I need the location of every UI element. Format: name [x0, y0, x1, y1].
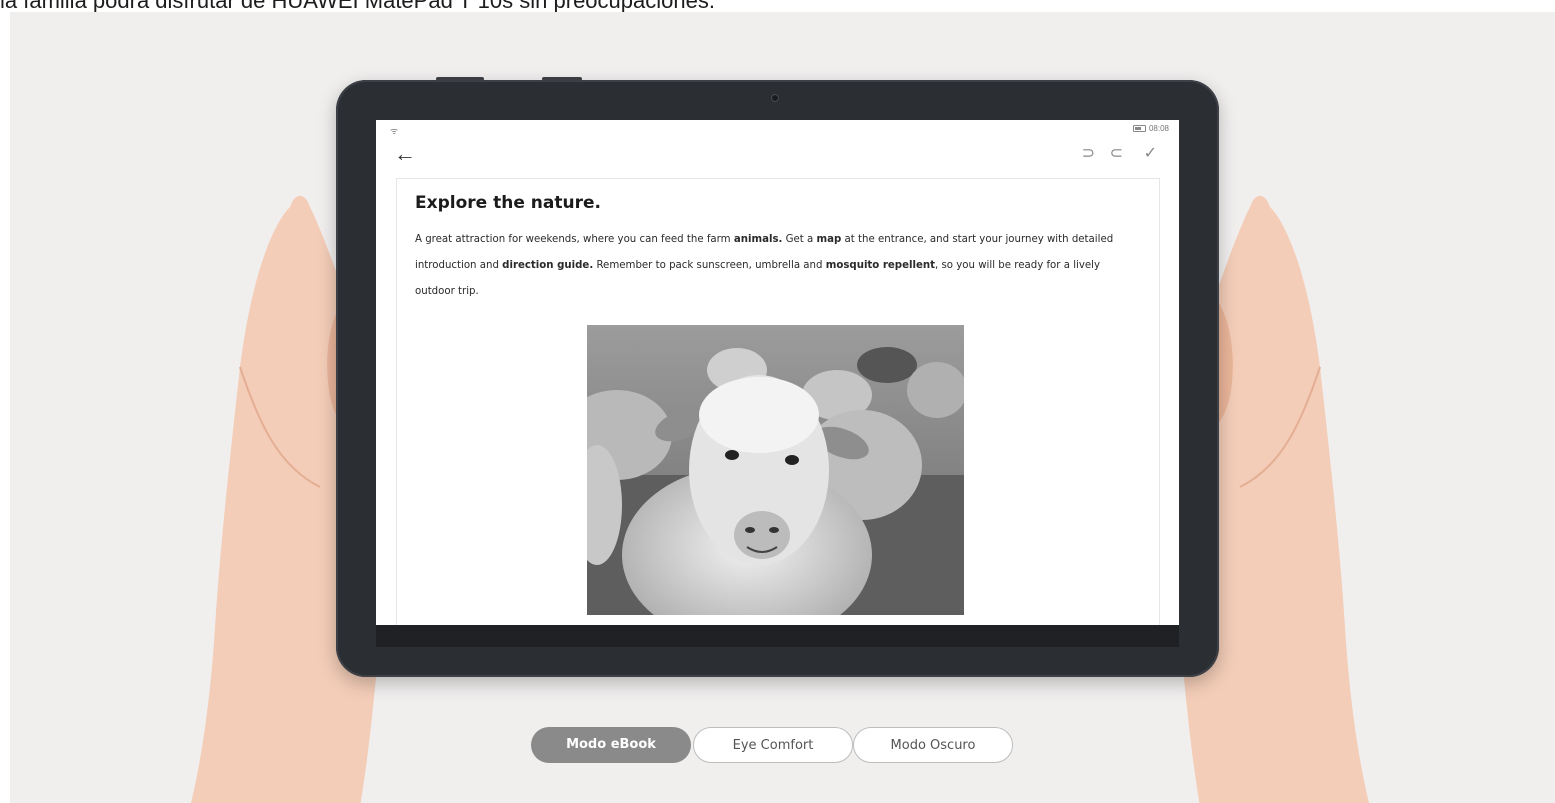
undo-icon[interactable]: ⊃ [1082, 144, 1095, 164]
body-text: Remember to pack sunscreen, umbrella and [593, 260, 826, 271]
redo-icon[interactable]: ⊂ [1110, 144, 1123, 164]
status-bar: ᯤ 08:08 [376, 120, 1179, 138]
body-text: A great attraction for weekends, where y… [415, 234, 734, 245]
volume-button [436, 77, 484, 81]
document-page[interactable]: Explore the nature. A great attraction f… [396, 178, 1160, 625]
mode-eye-comfort-button[interactable]: Eye Comfort [693, 727, 853, 763]
body-bold-text: direction guide. [502, 260, 594, 271]
back-arrow-icon[interactable]: ← [394, 142, 416, 166]
tablet-bottom-bezel [376, 625, 1179, 647]
body-bold-text: animals. [733, 234, 783, 245]
body-bold-text: mosquito repellent [825, 260, 936, 271]
product-stage: ᯤ 08:08 ← ⊃ ⊂ ✓ Explore the nature. A gr… [10, 12, 1555, 803]
document-title: Explore the nature. [415, 193, 601, 213]
page-caption: la familia podrá disfrutar de HUAWEI Mat… [0, 0, 715, 13]
front-camera [771, 94, 779, 102]
status-time: 08:08 [1148, 124, 1169, 133]
document-body: A great attraction for weekends, where y… [415, 227, 1141, 305]
power-button [542, 77, 582, 81]
body-text: Get a [782, 234, 817, 245]
tablet-device: ᯤ 08:08 ← ⊃ ⊂ ✓ Explore the nature. A gr… [336, 77, 1219, 677]
confirm-check-icon[interactable]: ✓ [1144, 144, 1157, 164]
editor-toolbar: ← ⊃ ⊂ ✓ [376, 140, 1179, 170]
mode-dark-button[interactable]: Modo Oscuro [853, 727, 1013, 763]
mode-ebook-button[interactable]: Modo eBook [531, 727, 691, 763]
sheep-photo [587, 325, 964, 615]
tablet-screen: ᯤ 08:08 ← ⊃ ⊂ ✓ Explore the nature. A gr… [376, 120, 1179, 625]
status-right: 08:08 [1132, 124, 1169, 133]
body-bold-text: map [816, 234, 842, 245]
battery-icon [1132, 125, 1146, 133]
wifi-icon: ᯤ [390, 126, 399, 136]
